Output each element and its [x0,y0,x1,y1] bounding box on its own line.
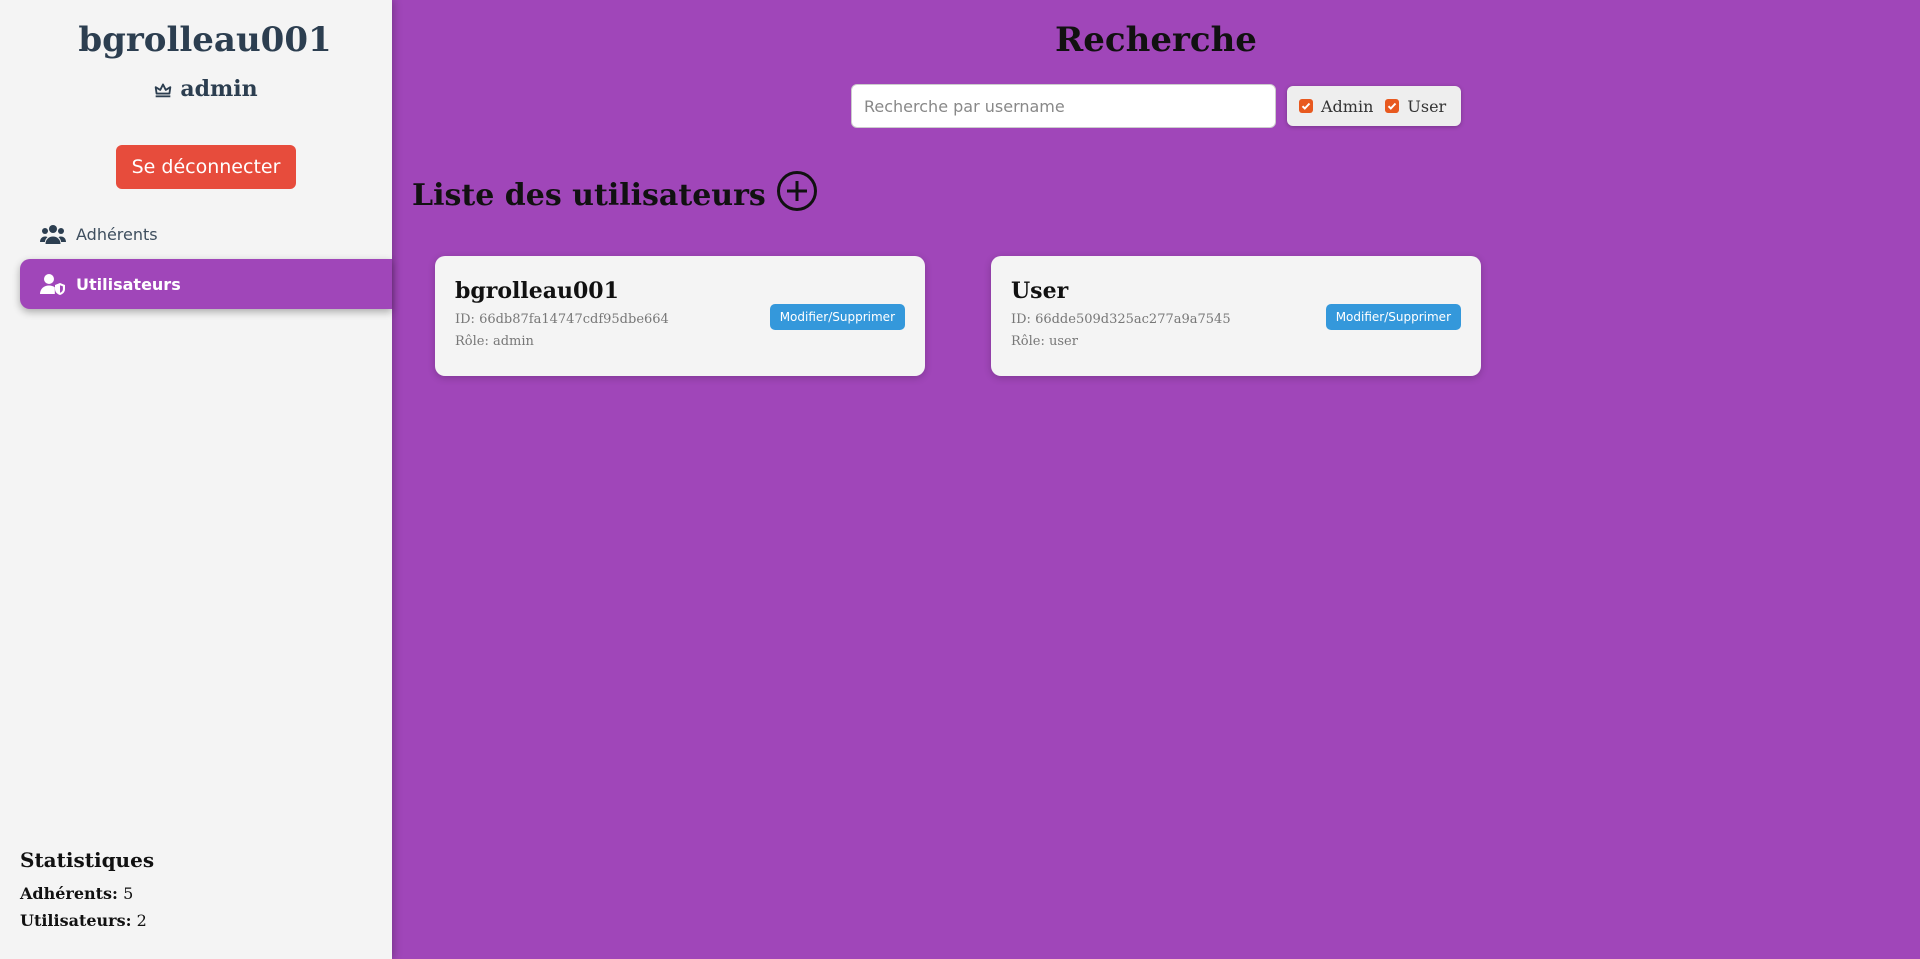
stat-adherents-value: 5 [123,884,134,903]
checkbox-checked-icon[interactable] [1385,99,1400,113]
sidebar-item-utilisateurs[interactable]: Utilisateurs [20,259,392,309]
user-shield-icon [40,273,66,295]
user-card-role: Rôle: user [1011,334,1078,349]
stat-users: Utilisateurs: 2 [20,911,154,930]
plus-circle-icon[interactable] [776,170,818,220]
page-title: Recherche [1055,20,1257,60]
logout-button[interactable]: Se déconnecter [116,145,296,189]
statistics-panel: Statistiques Adhérents: 5 Utilisateurs: … [20,848,154,938]
user-card-name: User [1011,278,1069,304]
stat-adherents-label: Adhérents: [20,884,118,903]
filter-admin[interactable]: Admin [1299,97,1373,116]
stat-users-label: Utilisateurs: [20,911,132,930]
sidebar: bgrolleau001 admin Se déconnecter Adhére… [0,0,392,959]
filter-admin-label: Admin [1321,96,1374,116]
crown-icon [152,78,174,100]
search-input[interactable] [851,84,1276,128]
stat-adherents: Adhérents: 5 [20,884,154,903]
statistics-title: Statistiques [20,848,155,872]
users-section-header: Liste des utilisateurs [412,170,818,220]
checkbox-checked-icon[interactable] [1299,99,1313,113]
role-filters: Admin User [1287,86,1461,126]
filter-user-label: User [1407,96,1447,116]
sidebar-item-label: Adhérents [76,224,158,244]
sidebar-item-label: Utilisateurs [76,274,181,294]
users-icon [40,224,66,244]
profile-role-label: admin [180,76,258,102]
user-card-role: Rôle: admin [455,334,534,349]
stat-users-value: 2 [136,911,147,930]
sidebar-item-adherents[interactable]: Adhérents [20,209,392,259]
edit-delete-button[interactable]: Modifier/Supprimer [769,304,905,330]
profile-username: bgrolleau001 [78,20,332,60]
user-card: User ID: 66dde509d325ac277a9a7545 Rôle: … [991,256,1481,376]
user-card: bgrolleau001 ID: 66db87fa14747cdf95dbe66… [435,256,925,376]
section-title: Liste des utilisateurs [412,177,766,213]
user-card-name: bgrolleau001 [455,278,619,304]
filter-user[interactable]: User [1385,97,1446,116]
edit-delete-button[interactable]: Modifier/Supprimer [1325,304,1461,330]
profile-role: admin [0,76,410,102]
